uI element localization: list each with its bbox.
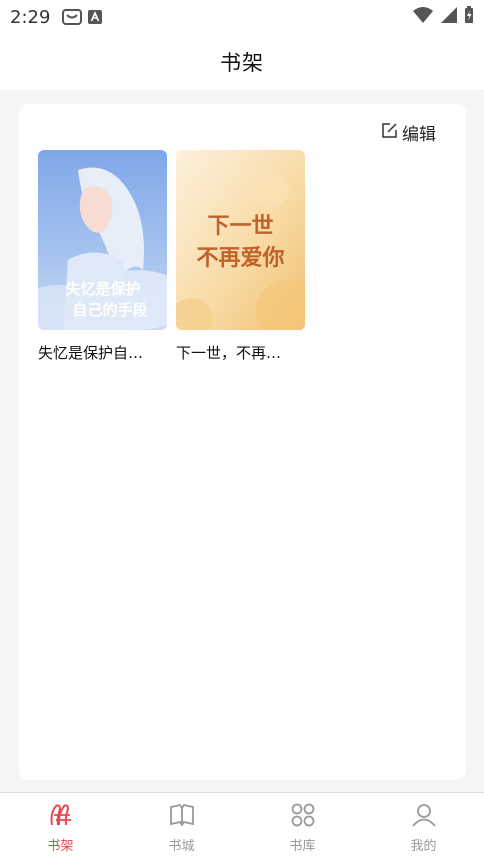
bottom-tab-bar: 书架 书城 书库 我的 xyxy=(0,792,484,860)
cover-title-line1: 失忆是保护 xyxy=(65,280,141,298)
book-cover: 失忆是保护 自己的手段 xyxy=(38,150,167,330)
book-item[interactable]: 失忆是保护 自己的手段 失忆是保护自… xyxy=(38,150,168,363)
page-title: 书架 xyxy=(220,51,264,75)
user-icon xyxy=(411,803,437,831)
book-title: 下一世，不再… xyxy=(176,344,282,362)
tab-label: 书城 xyxy=(168,839,195,854)
signal-icon xyxy=(440,6,458,28)
cover-title-line2: 自己的手段 xyxy=(72,301,148,319)
tab-profile[interactable]: 我的 xyxy=(363,793,484,860)
bookshelf-icon xyxy=(48,803,74,831)
header: 书架 xyxy=(0,34,484,90)
book-item[interactable]: 下一世 不再爱你 下一世，不再… xyxy=(176,150,306,363)
tab-label: 书架 xyxy=(47,839,74,854)
app-a-icon xyxy=(88,10,102,24)
bookshelf-card: 编辑 失忆是保护 自己的手段 失忆是保护自… 下一世 不再爱你 下一世，不再… xyxy=(19,104,466,780)
book-cover: 下一世 不再爱你 xyxy=(176,150,305,330)
tab-bookstore[interactable]: 书城 xyxy=(121,793,242,860)
book-title: 失忆是保护自… xyxy=(38,344,144,362)
tab-bookshelf[interactable]: 书架 xyxy=(0,793,121,860)
notification-icon xyxy=(62,8,82,26)
edit-button[interactable]: 编辑 xyxy=(381,120,436,145)
status-time: 2:29 xyxy=(10,6,51,28)
cover-title-line1: 下一世 xyxy=(207,213,274,239)
tab-label: 书库 xyxy=(289,839,316,854)
battery-icon xyxy=(464,6,474,28)
wifi-icon xyxy=(412,6,434,28)
grid-icon xyxy=(290,803,316,831)
edit-label: 编辑 xyxy=(402,125,436,145)
book-open-icon xyxy=(169,803,195,831)
tab-library[interactable]: 书库 xyxy=(242,793,363,860)
cover-title-line2: 不再爱你 xyxy=(196,245,285,271)
edit-icon xyxy=(381,122,398,143)
tab-label: 我的 xyxy=(410,839,437,854)
status-bar: 2:29 xyxy=(0,0,484,34)
